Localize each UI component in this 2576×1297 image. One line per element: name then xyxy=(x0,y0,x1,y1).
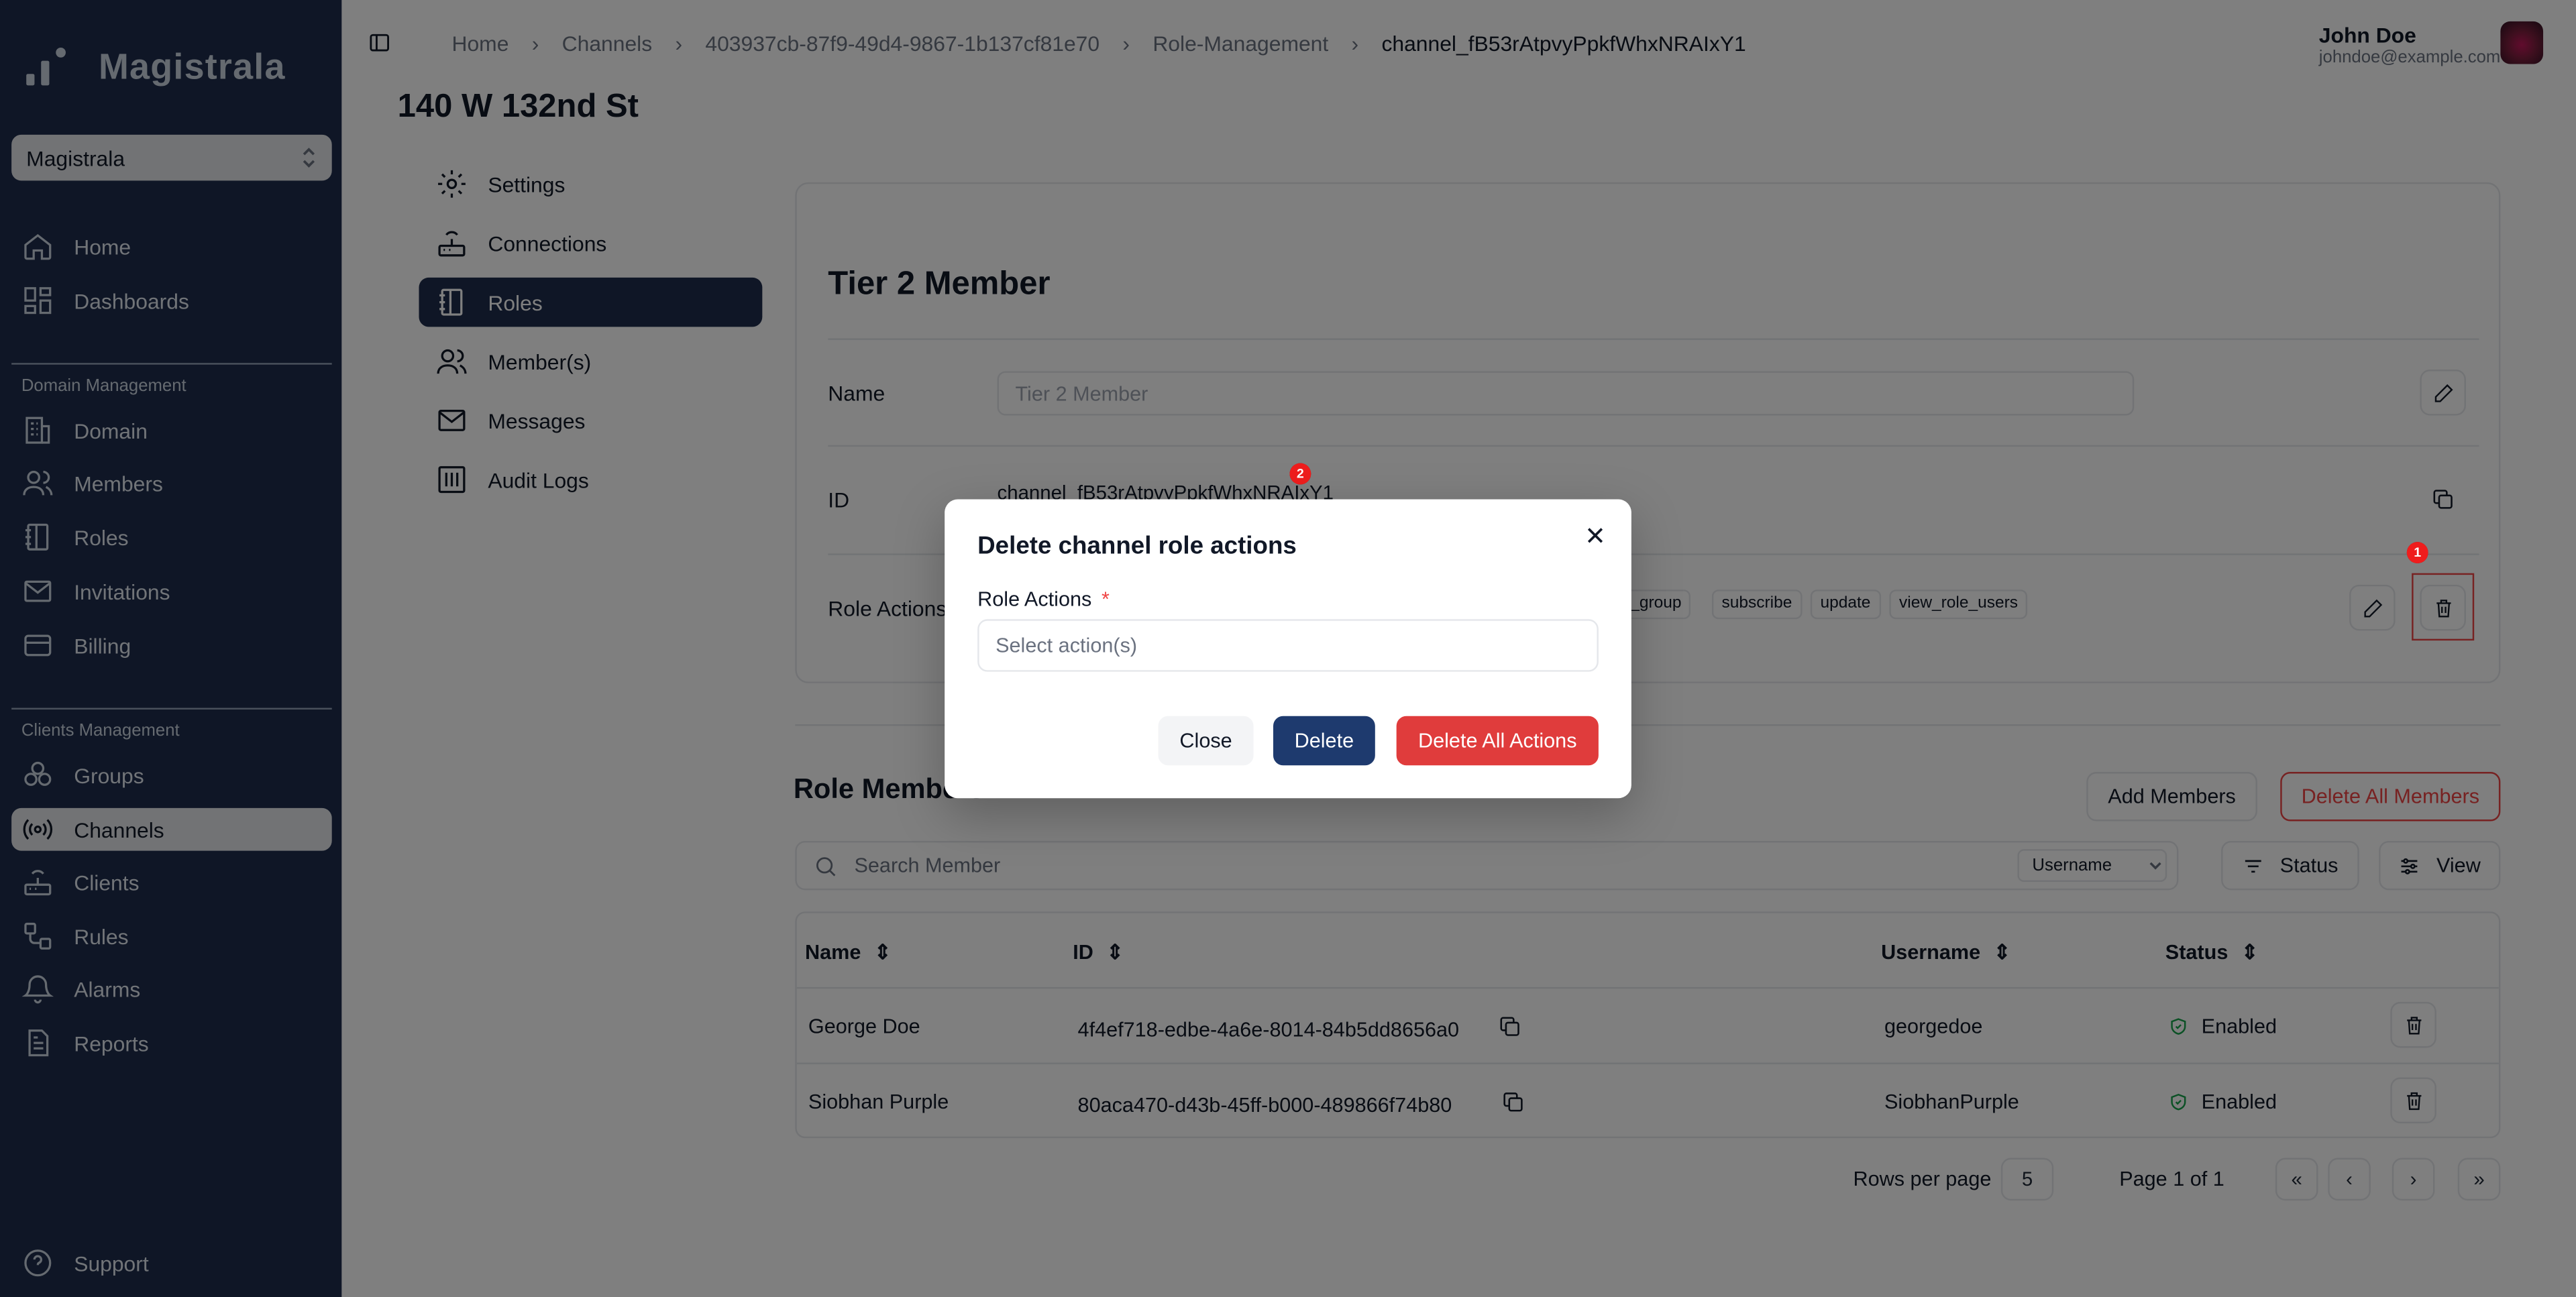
close-button[interactable]: Close xyxy=(1158,716,1254,766)
role-actions-select[interactable]: Select action(s) xyxy=(977,619,1599,672)
annotation-badge: 1 xyxy=(2406,542,2428,564)
close-icon[interactable] xyxy=(1582,522,1608,549)
role-actions-field-label: Role Actions * xyxy=(977,588,1110,611)
delete-actions-dialog: Delete channel role actions Role Actions… xyxy=(945,499,1631,799)
dialog-title: Delete channel role actions xyxy=(977,532,1297,561)
required-mark: * xyxy=(1102,587,1110,612)
field-label-text: Role Actions xyxy=(977,587,1092,612)
delete-all-actions-button[interactable]: Delete All Actions xyxy=(1396,716,1599,766)
annotation-badge: 2 xyxy=(1289,463,1311,485)
delete-button[interactable]: Delete xyxy=(1273,716,1375,766)
